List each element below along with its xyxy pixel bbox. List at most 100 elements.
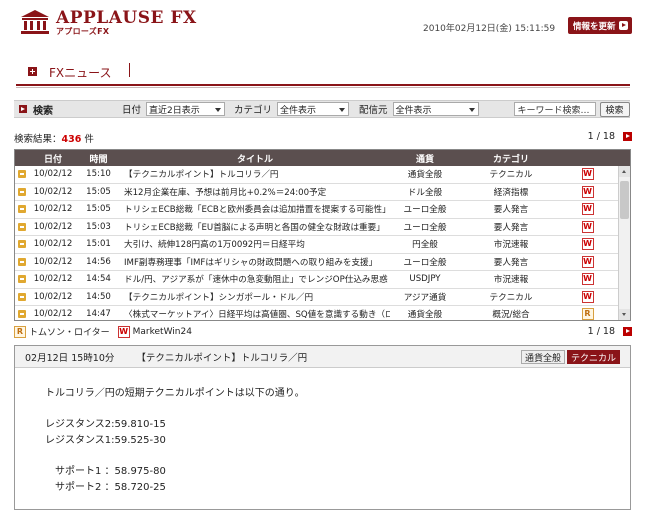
row-title[interactable]: ドル/円、アジア系が「速休中の急変動阻止」でレンジOP仕込み思惑 bbox=[120, 273, 390, 285]
row-currency: ユーロ全般 bbox=[403, 205, 447, 216]
row-category: テクニカル bbox=[489, 170, 533, 181]
news-item-icon bbox=[18, 187, 26, 196]
section-title: FXニュース bbox=[49, 66, 112, 80]
marketwin-source-icon: W bbox=[581, 290, 594, 303]
category-select-value: 全件表示 bbox=[280, 105, 317, 116]
news-item-icon bbox=[18, 170, 26, 179]
row-title[interactable]: 【テクニカルポイント】トルコリラ／円 bbox=[120, 168, 390, 180]
row-title[interactable]: 大引け、続伸128円高の1万0092円＝日経平均 bbox=[120, 238, 390, 250]
row-title[interactable]: 【テクニカルポイント】シンガポール・ドル／円 bbox=[120, 291, 390, 303]
row-date: 10/02/12 bbox=[33, 239, 73, 250]
row-date: 10/02/12 bbox=[33, 309, 73, 320]
search-button[interactable]: 検索 bbox=[599, 101, 630, 117]
header-category[interactable]: カテゴリ bbox=[460, 152, 562, 165]
row-time: 15:03 bbox=[86, 221, 111, 232]
date-select[interactable]: 直近2日表示 bbox=[146, 102, 226, 116]
article-body: トルコリラ／円の短期テクニカルポイントは以下の通り。 レジスタンス2:59.81… bbox=[15, 368, 630, 496]
news-item-icon bbox=[18, 275, 26, 284]
date-label: 日付 bbox=[122, 105, 142, 116]
current-datetime: 2010年02月12日(金) 15:11:59 bbox=[423, 24, 556, 34]
row-title[interactable]: 〈株式マーケットアイ〉日経平均は高値圏、SQ値を意識する動き（ロイター） bbox=[120, 308, 390, 320]
row-time: 15:01 bbox=[86, 239, 111, 250]
brand-name: APPLAUSE FX bbox=[56, 8, 197, 28]
row-title[interactable]: トリシェECB総裁「ECBと欧州委員会は追加措置を提案する可能性」 bbox=[120, 203, 390, 215]
row-time: 15:10 bbox=[86, 169, 111, 180]
table-row[interactable]: 10/02/12 15:10 【テクニカルポイント】トルコリラ／円 通貨全般 テ… bbox=[15, 166, 630, 184]
marketwin-source-icon: W bbox=[581, 185, 594, 198]
pager-bottom: 1 / 18 bbox=[588, 326, 632, 337]
category-select[interactable]: 全件表示 bbox=[277, 102, 350, 116]
table-row[interactable]: 10/02/12 14:50 【テクニカルポイント】シンガポール・ドル／円 アジ… bbox=[15, 289, 630, 306]
table-row[interactable]: 10/02/12 15:05 米12月企業在庫、予想は前月比+0.2%＝24:0… bbox=[15, 184, 630, 201]
arrow-right-icon bbox=[19, 105, 27, 113]
news-item-icon bbox=[18, 205, 26, 214]
header-time[interactable]: 時間 bbox=[77, 152, 120, 165]
brand-sub: アプローズFX bbox=[56, 27, 110, 36]
row-category: 要人発言 bbox=[493, 257, 529, 268]
brand-logo[interactable]: APPLAUSE FX アプローズFX bbox=[20, 9, 197, 36]
article-title: 【テクニカルポイント】トルコリラ／円 bbox=[136, 352, 308, 364]
resistance-2: レジスタンス2:59.810-15 bbox=[45, 419, 166, 430]
row-date: 10/02/12 bbox=[33, 274, 73, 285]
news-item-icon bbox=[18, 240, 26, 249]
refresh-button[interactable]: 情報を更新 bbox=[568, 17, 632, 34]
legend-marketwin: MarketWin24 bbox=[132, 326, 192, 337]
marketwin-source-icon: W bbox=[581, 168, 594, 181]
table-row[interactable]: 10/02/12 14:54 ドル/円、アジア系が「速休中の急変動阻止」でレンジ… bbox=[15, 271, 630, 289]
row-currency: 通貨全般 bbox=[407, 310, 443, 320]
keyword-input[interactable]: キーワード検索… bbox=[513, 102, 596, 116]
text-cursor bbox=[129, 63, 130, 77]
row-title[interactable]: IMF副専務理事「IMFはギリシャの財政問題への取り組みを支援」 bbox=[120, 256, 390, 268]
row-currency: 円全般 bbox=[412, 240, 438, 251]
table-row[interactable]: 10/02/12 15:01 大引け、続伸128円高の1万0092円＝日経平均 … bbox=[15, 236, 630, 254]
marketwin-source-icon: W bbox=[581, 255, 594, 268]
row-date: 10/02/12 bbox=[33, 186, 73, 197]
row-category: 市況速報 bbox=[493, 240, 529, 251]
row-title[interactable]: トリシェECB総裁「EU首脳による声明と各国の健全な財政は重要」 bbox=[120, 221, 390, 233]
source-legend: R トムソン・ロイター W MarketWin24 bbox=[14, 325, 200, 338]
row-currency: USDJPY bbox=[409, 274, 441, 285]
source-label: 配信元 bbox=[359, 105, 388, 116]
page-header: APPLAUSE FX アプローズFX 2010年02月12日(金) 15:11… bbox=[0, 0, 650, 44]
row-time: 15:05 bbox=[86, 204, 111, 215]
news-item-icon bbox=[18, 257, 26, 266]
header-date[interactable]: 日付 bbox=[29, 152, 77, 165]
row-time: 14:47 bbox=[86, 309, 111, 320]
article-time: 02月12日 15時10分 bbox=[25, 352, 115, 364]
marketwin-source-icon: W bbox=[581, 238, 594, 251]
source-select[interactable]: 全件表示 bbox=[392, 102, 479, 116]
plus-icon bbox=[28, 67, 37, 76]
table-scrollbar[interactable] bbox=[618, 166, 630, 320]
table-row[interactable]: 10/02/12 14:56 IMF副専務理事「IMFはギリシャの財政問題への取… bbox=[15, 254, 630, 271]
table-row[interactable]: 10/02/12 15:05 トリシェECB総裁「ECBと欧州委員会は追加措置を… bbox=[15, 201, 630, 219]
temple-icon bbox=[21, 10, 49, 34]
row-title[interactable]: 米12月企業在庫、予想は前月比+0.2%＝24:00予定 bbox=[120, 186, 390, 198]
marketwin-source-icon: W bbox=[117, 325, 130, 338]
scroll-down-icon[interactable] bbox=[619, 309, 630, 320]
table-row[interactable]: 10/02/12 14:47 〈株式マーケットアイ〉日経平均は高値圏、SQ値を意… bbox=[15, 306, 630, 320]
row-currency: ユーロ全般 bbox=[403, 257, 447, 268]
arrow-right-icon[interactable] bbox=[623, 132, 632, 141]
table-row[interactable]: 10/02/12 15:03 トリシェECB総裁「EU首脳による声明と各国の健全… bbox=[15, 219, 630, 236]
news-item-icon bbox=[18, 292, 26, 301]
results-count: 436 bbox=[61, 134, 82, 145]
arrow-right-icon[interactable] bbox=[623, 327, 632, 336]
scroll-thumb[interactable] bbox=[620, 181, 629, 219]
news-item-icon bbox=[18, 310, 26, 319]
tag-category: テクニカル bbox=[566, 350, 620, 364]
row-date: 10/02/12 bbox=[33, 204, 73, 215]
row-category: 概況/総合 bbox=[492, 310, 530, 320]
scroll-up-icon[interactable] bbox=[619, 166, 630, 177]
reuters-source-icon: R bbox=[14, 325, 26, 338]
search-bar: 検索 日付 直近2日表示 カテゴリ 全件表示 配信元 全件表示 キーワード検索…… bbox=[14, 100, 630, 118]
arrow-right-icon bbox=[619, 21, 628, 30]
article-header: 02月12日 15時10分 【テクニカルポイント】トルコリラ／円 通貨全般 テク… bbox=[15, 346, 630, 368]
row-currency: アジア通貨 bbox=[403, 292, 447, 303]
section-header: FXニュース bbox=[16, 58, 630, 88]
legend-reuters: トムソン・ロイター bbox=[29, 328, 110, 338]
chevron-down-icon bbox=[215, 108, 222, 112]
header-currency[interactable]: 通貨 bbox=[390, 152, 460, 165]
header-title[interactable]: タイトル bbox=[120, 152, 390, 165]
page-indicator: 1 / 18 bbox=[587, 326, 615, 337]
row-time: 14:50 bbox=[86, 291, 111, 302]
